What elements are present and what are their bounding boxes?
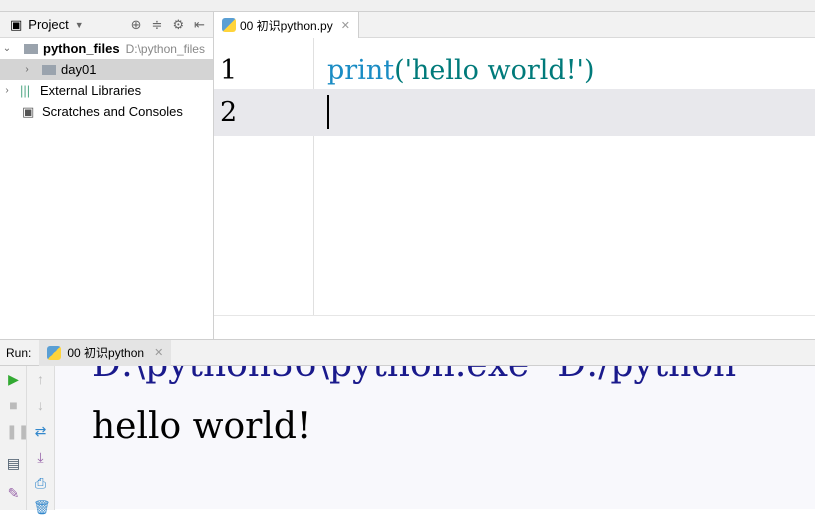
pin-icon[interactable]: ✎ [6, 486, 21, 501]
collapse-all-icon[interactable]: ≑ [152, 17, 163, 33]
chevron-right-icon[interactable]: › [20, 64, 34, 75]
tree-item-python-files[interactable]: ⌄ python_files D:\python_files [0, 38, 213, 59]
tree-item-label: day01 [61, 62, 97, 77]
stop-icon[interactable]: ■ [6, 398, 21, 413]
chevron-down-icon[interactable]: ▼ [75, 20, 84, 30]
scratches-icon: ▣ [22, 103, 35, 119]
line-number: 2 [220, 97, 238, 128]
line-number: 1 [220, 55, 238, 86]
hide-icon[interactable]: ⇤ [194, 17, 205, 33]
breadcrumb [0, 0, 815, 12]
tree-item-path: D:\python_files [125, 41, 205, 56]
trash-icon[interactable]: 🗑 [33, 500, 51, 515]
up-arrow-icon[interactable]: ↑ [33, 372, 48, 387]
tree-item-external-libraries[interactable]: › ||| External Libraries [0, 80, 213, 101]
project-panel-header: ▣ Project ▼ ⊕ ≑ ⚙ ⇤ [0, 12, 213, 38]
layout-icon[interactable]: ▤ [6, 456, 21, 471]
pause-icon[interactable]: ❚❚ [6, 424, 29, 439]
gear-icon[interactable]: ⚙ [172, 17, 184, 33]
project-view-selector[interactable]: Project [28, 17, 68, 32]
close-icon[interactable]: ✕ [341, 19, 350, 32]
tree-item-label: External Libraries [40, 83, 142, 98]
divider [214, 315, 815, 316]
tree-item-day01[interactable]: › day01 [0, 59, 213, 80]
text-caret [327, 95, 329, 129]
folder-icon [42, 64, 56, 75]
code-line[interactable]: 1 print('hello world!') [214, 47, 815, 94]
tab-label: 00 初识python.py [240, 18, 333, 33]
tree-item-scratches[interactable]: ▣ Scratches and Consoles [0, 101, 213, 122]
down-arrow-icon[interactable]: ↓ [33, 398, 48, 413]
python-file-icon [222, 18, 236, 32]
tree-item-label: python_files [43, 41, 120, 56]
code-text: print('hello world!') [327, 55, 595, 86]
chevron-down-icon[interactable]: ⌄ [0, 43, 14, 54]
run-tab[interactable]: 00 初识python ✕ [39, 339, 172, 366]
run-icon[interactable]: ▶ [6, 372, 21, 387]
tab-file[interactable]: 00 初识python.py ✕ [214, 12, 359, 38]
console-output[interactable]: D:\python36\python.exe "D:/python hello … [92, 366, 815, 510]
code-keyword: print [327, 55, 395, 86]
library-icon: ||| [20, 83, 31, 98]
run-panel: Run: 00 初识python ✕ ▶ ■ ❚❚ ▤ ✎ ↑ ↓ ⇄ ⤓ ⎙ … [0, 339, 815, 515]
run-label: Run: [6, 345, 32, 360]
chevron-right-icon[interactable]: › [0, 85, 14, 96]
code-string: ('hello world!') [394, 55, 595, 86]
tree-item-label: Scratches and Consoles [42, 104, 183, 119]
code-line[interactable]: 2 [214, 89, 815, 136]
editor[interactable]: 00 初识python.py ✕ 1 print('hello world!')… [214, 12, 815, 339]
project-panel: ▣ Project ▼ ⊕ ≑ ⚙ ⇤ ⌄ python_files D:\py… [0, 12, 214, 339]
python-icon [47, 345, 62, 360]
close-icon[interactable]: ✕ [154, 346, 163, 359]
console-line: D:\python36\python.exe "D:/python [92, 366, 736, 385]
project-icon: ▣ [10, 16, 23, 32]
console-line: hello world! [92, 406, 312, 447]
folder-icon [24, 43, 38, 54]
locate-icon[interactable]: ⊕ [131, 17, 142, 33]
scroll-to-end-icon[interactable]: ⤓ [33, 450, 48, 465]
print-icon[interactable]: ⎙ [33, 476, 48, 491]
soft-wrap-icon[interactable]: ⇄ [33, 424, 48, 439]
run-tab-label: 00 初识python [67, 346, 145, 360]
